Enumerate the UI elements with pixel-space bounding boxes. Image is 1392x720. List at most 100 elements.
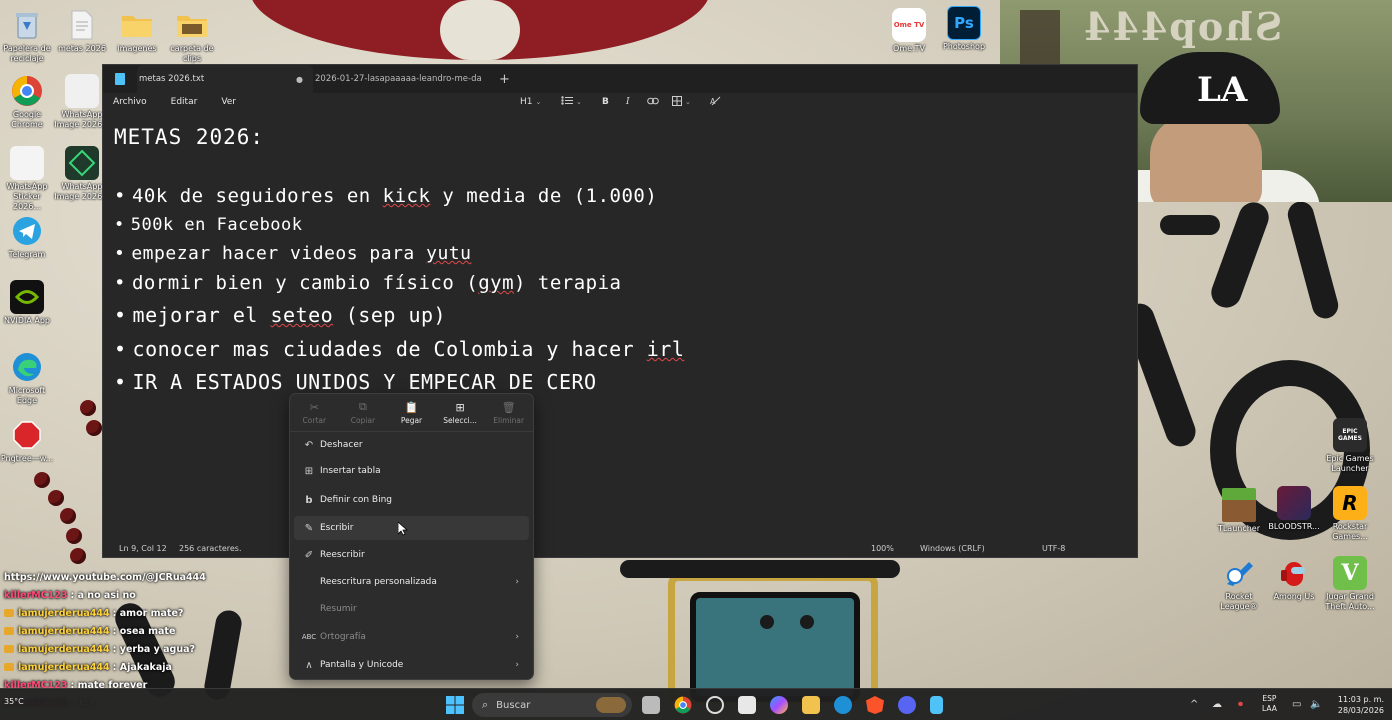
taskbar-copilot-icon[interactable] xyxy=(770,696,788,714)
chat-text: : yerba y agua? xyxy=(112,643,195,655)
taskbar-search[interactable]: ⌕ Buscar xyxy=(472,693,632,717)
folder-icon xyxy=(175,8,209,42)
desktop-icon-recycle-bin[interactable]: Papelera de reciclaje xyxy=(0,8,55,64)
menu-editar[interactable]: Editar xyxy=(171,97,198,107)
copy-button[interactable]: ⧉ Copiar xyxy=(339,394,388,431)
desktop-icon-metas-2026[interactable]: metas 2026 xyxy=(54,8,110,54)
paste-button[interactable]: 📋 Pegar xyxy=(387,394,436,431)
rocket-league-icon xyxy=(1222,556,1256,590)
goal-item-4: • dormir bien y cambio físico (gym) terap… xyxy=(114,272,621,294)
goal-text-segment: conocer mas ciudades de Colombia y hacer xyxy=(132,337,647,361)
desktop-icon-telegram[interactable]: Telegram xyxy=(0,214,55,260)
desktop-icon-carpeta-clips[interactable]: carpeta de clips xyxy=(164,8,220,64)
taskbar-file-explorer-icon[interactable] xyxy=(802,696,820,714)
menu-item-reescribir[interactable]: ✐ Reescribir xyxy=(294,543,529,567)
delete-button[interactable]: 🗑 Eliminar xyxy=(484,394,533,431)
desktop-icon-gta[interactable]: V Jugar Grand Theft Auto... xyxy=(1322,556,1378,612)
weather-widget[interactable]: 35°C xyxy=(4,697,24,706)
clock-time: 11:03 p. m. xyxy=(1337,695,1384,704)
menu-item-escribir[interactable]: ✎ Escribir xyxy=(294,516,529,540)
heading-dropdown[interactable]: H1 ⌄ xyxy=(520,93,541,111)
paste-label: Pegar xyxy=(400,415,423,425)
menu-item-deshacer[interactable]: ↶ Deshacer xyxy=(294,433,529,457)
photoshop-icon: Ps xyxy=(947,6,981,40)
tray-volume-icon[interactable]: 🔈 xyxy=(1310,699,1322,710)
heading-label: H1 xyxy=(520,97,533,107)
desktop-icon-epic-games[interactable]: EPIC GAMES Epic Games Launcher xyxy=(1322,418,1378,474)
text-editor[interactable]: METAS 2026: • 40k de seguidores en kick y… xyxy=(103,123,1137,539)
clock-date: 28/03/2026 xyxy=(1337,706,1384,715)
clock[interactable]: 11:03 p. m. 28/03/2026 xyxy=(1338,694,1384,716)
taskbar-capcut-icon[interactable] xyxy=(738,696,756,714)
goal-text: empezar hacer videos para yutu xyxy=(131,243,471,264)
table-dropdown[interactable]: ⌄ xyxy=(672,93,691,111)
goal-text: 500k en Facebook xyxy=(131,215,303,235)
desktop-icon-tlauncher[interactable]: TLauncher xyxy=(1211,488,1267,534)
select-all-button[interactable]: ⊞ Selecci... xyxy=(436,394,485,431)
bold-button[interactable]: B xyxy=(602,93,609,111)
tray-overflow-chevron-icon[interactable]: ^ xyxy=(1190,699,1198,710)
tab-metas-2026[interactable]: metas 2026.txt ● xyxy=(137,65,313,93)
menu-ver[interactable]: Ver xyxy=(221,97,236,107)
desktop-icon-photoshop[interactable]: Ps Photoshop xyxy=(936,6,992,52)
new-tab-button[interactable]: + xyxy=(499,72,510,87)
tray-microphone-icon[interactable]: ⏺ xyxy=(1238,699,1243,710)
menu-item-pantalla-unicode[interactable]: ∧ Pantalla y Unicode › xyxy=(294,653,529,677)
encoding[interactable]: UTF-8 xyxy=(1042,544,1065,553)
tray-network-icon[interactable]: ▭ xyxy=(1292,699,1301,710)
language-indicator[interactable]: ESP LAA xyxy=(1262,694,1277,714)
desktop-icon-pngtree[interactable]: Pngtree—w... xyxy=(0,418,55,464)
clear-formatting-button[interactable]: A xyxy=(710,93,721,111)
task-view-icon[interactable] xyxy=(642,696,660,714)
chat-text: : amor mate? xyxy=(112,607,184,619)
goal-text-segment: IR A ESTADOS UNIDOS Y EMPECAR DE CERO xyxy=(132,370,597,394)
menu-item-definir-bing[interactable]: b Definir con Bing xyxy=(294,488,529,512)
among-us-icon xyxy=(1277,556,1311,590)
bullet: • xyxy=(114,337,127,361)
webcam-wall-text: Shop444 xyxy=(1082,4,1283,49)
nvidia-icon xyxy=(10,280,44,314)
taskbar-discord-icon[interactable] xyxy=(898,696,916,714)
language-layout: LAA xyxy=(1262,704,1277,713)
link-button[interactable] xyxy=(647,93,659,111)
chat-badge-icon xyxy=(4,645,14,653)
menu-item-reescritura-personalizada[interactable]: Reescritura personalizada › xyxy=(294,570,529,594)
desktop-icon-whatsapp-sticker[interactable]: WhatsApp Sticker 2026... xyxy=(0,146,55,212)
desktop-icon-google-chrome[interactable]: Google Chrome xyxy=(0,74,55,130)
italic-button[interactable]: I xyxy=(626,93,630,111)
bloodstrike-icon xyxy=(1277,486,1311,520)
taskbar-edge-icon[interactable] xyxy=(834,696,852,714)
select-all-label: Selecci... xyxy=(443,415,477,425)
desktop-icon-among-us[interactable]: Among Us xyxy=(1266,556,1322,602)
list-dropdown[interactable]: ⌄ xyxy=(561,93,582,111)
desktop-icon-ometv[interactable]: Ome TV Ome.TV xyxy=(881,8,937,54)
desktop-icon-rockstar[interactable]: R Rockstar Games... xyxy=(1322,486,1378,542)
goal-item-1: • 40k de seguidores en kick y media de (1… xyxy=(114,185,657,207)
taskbar-notepad-icon[interactable] xyxy=(930,696,943,714)
desktop-icon-bloodstrike[interactable]: BLOODSTR... xyxy=(1266,486,1322,532)
desktop-icon-rocket-league[interactable]: Rocket League® xyxy=(1211,556,1267,612)
menu-item-insertar-tabla[interactable]: ⊞ Insertar tabla xyxy=(294,459,529,483)
link-icon xyxy=(647,97,659,108)
start-button[interactable] xyxy=(446,696,464,714)
desktop-icon-imagenes[interactable]: imagenes xyxy=(109,8,165,54)
goal-text-segment: dormir bien y cambio físico ( xyxy=(131,272,479,294)
chat-text: : Ajakakaja xyxy=(112,661,172,673)
desktop-icon-microsoft-edge[interactable]: Microsoft Edge xyxy=(0,350,55,406)
bullet: • xyxy=(114,185,126,207)
chat-username: killerMC123 xyxy=(4,589,68,601)
taskbar: 35°C ⌕ Buscar ^ ☁ ⏺ ESP LAA ▭ 🔈 11:03 p.… xyxy=(0,688,1392,720)
taskbar-obs-icon[interactable] xyxy=(706,696,724,714)
menu-archivo[interactable]: Archivo xyxy=(113,97,147,107)
tab-lasapaaaaa[interactable]: 2026-01-27-lasapaaaaa-leandro-me-da-ur xyxy=(313,65,489,93)
misspelled-word: seteo xyxy=(270,303,334,327)
line-ending[interactable]: Windows (CRLF) xyxy=(920,544,985,553)
cut-button[interactable]: ✂ Cortar xyxy=(290,394,339,431)
menu-item-ortografia[interactable]: ABC Ortografía › xyxy=(294,625,529,649)
menu-item-resumir[interactable]: Resumir xyxy=(294,597,529,621)
desktop-icon-nvidia-app[interactable]: NVIDIA App xyxy=(0,280,55,326)
zoom-level[interactable]: 100% xyxy=(871,544,894,553)
tray-onedrive-icon[interactable]: ☁ xyxy=(1212,699,1222,710)
taskbar-brave-icon[interactable] xyxy=(866,696,884,714)
taskbar-chrome-icon[interactable] xyxy=(674,696,692,714)
